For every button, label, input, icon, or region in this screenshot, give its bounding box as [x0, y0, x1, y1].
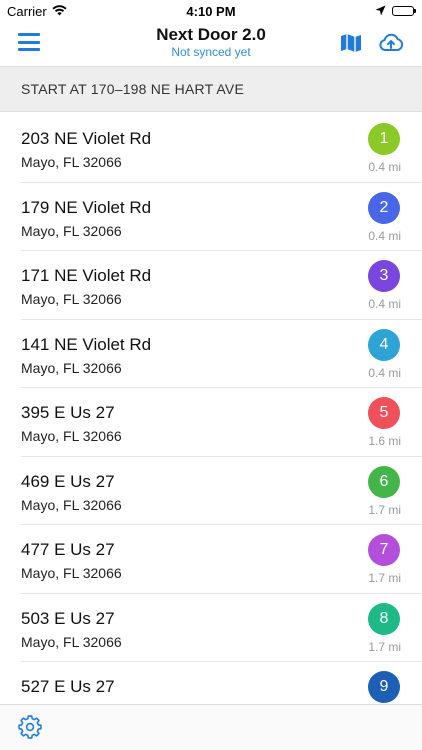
- sync-upload-button[interactable]: [378, 31, 404, 55]
- stop-street: 477 E Us 27: [21, 540, 115, 559]
- stop-city: Mayo, FL 32066: [21, 565, 122, 581]
- stop-distance: 1.6 mi: [368, 434, 401, 448]
- map-button[interactable]: [340, 32, 362, 54]
- stop-distance: 1.7 mi: [368, 639, 401, 654]
- stop-row[interactable]: 141 NE Violet Rd Mayo, FL 32066 4 0.4 mi: [21, 320, 422, 388]
- stop-street: 141 NE Violet Rd: [21, 334, 152, 354]
- stop-city: Mayo, FL 32066: [21, 291, 122, 307]
- stop-distance: 0.4 mi: [368, 160, 401, 174]
- stop-row[interactable]: 469 E Us 27 Mayo, FL 32066 6 1.7 mi: [21, 457, 422, 525]
- bottom-toolbar: [0, 704, 422, 750]
- stop-number-badge: 2: [368, 191, 400, 224]
- battery-icon: [392, 6, 416, 16]
- settings-button[interactable]: [18, 715, 42, 739]
- stop-street: 171 NE Violet Rd: [21, 266, 152, 285]
- stop-row[interactable]: 395 E Us 27 Mayo, FL 32066 5 1.6 mi: [21, 388, 422, 457]
- stop-distance: 0.4 mi: [368, 365, 401, 380]
- stop-city: Mayo, FL 32066: [21, 154, 122, 170]
- status-time: 4:10 PM: [186, 3, 236, 19]
- status-bar: Carrier 4:10 PM: [0, 0, 422, 22]
- gear-icon: [18, 715, 42, 739]
- stop-distance: 1.7 mi: [368, 502, 401, 517]
- stop-number-badge: 1: [368, 123, 400, 155]
- stop-distance: 1.7 mi: [368, 571, 401, 585]
- map-icon: [341, 34, 361, 52]
- stop-number-badge: 9: [368, 671, 400, 703]
- stop-number-badge: 7: [368, 534, 400, 566]
- stop-distance: 0.4 mi: [368, 228, 401, 243]
- stop-street: 395 E Us 27: [21, 403, 115, 422]
- stop-city: Mayo, FL 32066: [21, 359, 122, 376]
- stop-number-badge: 4: [368, 328, 400, 361]
- stop-city: Mayo, FL 32066: [21, 496, 122, 513]
- stop-street: 179 NE Violet Rd: [21, 197, 152, 217]
- stop-city: Mayo, FL 32066: [21, 428, 122, 444]
- stop-row[interactable]: 171 NE Violet Rd Mayo, FL 32066 3 0.4 mi: [21, 251, 422, 320]
- nav-bar: Next Door 2.0 Not synced yet: [0, 22, 422, 66]
- stop-distance: 0.4 mi: [368, 297, 401, 311]
- cloud-upload-icon: [379, 33, 404, 51]
- stop-street: 503 E Us 27: [21, 608, 115, 628]
- stop-number-badge: 3: [368, 260, 400, 292]
- stop-city: Mayo, FL 32066: [21, 222, 122, 239]
- stop-list[interactable]: 203 NE Violet Rd Mayo, FL 32066 1 0.4 mi…: [0, 114, 422, 704]
- stop-row[interactable]: 203 NE Violet Rd Mayo, FL 32066 1 0.4 mi: [21, 114, 422, 183]
- stop-street: 203 NE Violet Rd: [21, 129, 152, 148]
- stop-row[interactable]: 179 NE Violet Rd Mayo, FL 32066 2 0.4 mi: [21, 183, 422, 251]
- stop-street: 527 E Us 27: [21, 677, 115, 696]
- stop-row[interactable]: 527 E Us 27 9: [21, 662, 422, 704]
- start-location-header: START AT 170–198 NE HART AVE: [0, 66, 422, 112]
- stop-city: Mayo, FL 32066: [21, 633, 122, 650]
- stop-row[interactable]: 503 E Us 27 Mayo, FL 32066 8 1.7 mi: [21, 594, 422, 662]
- stop-number-badge: 6: [368, 465, 400, 498]
- stop-row[interactable]: 477 E Us 27 Mayo, FL 32066 7 1.7 mi: [21, 525, 422, 594]
- stop-number-badge: 5: [368, 397, 400, 429]
- app-screen: Carrier 4:10 PM Next Door 2.0 Not synced…: [0, 0, 422, 750]
- stop-street: 469 E Us 27: [21, 471, 115, 491]
- stop-number-badge: 8: [368, 602, 400, 635]
